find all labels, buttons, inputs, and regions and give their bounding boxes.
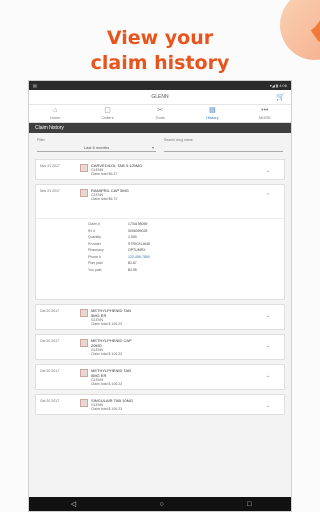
filter-row: Filter Last 6 months ▾ Search drug name bbox=[29, 133, 291, 155]
nav-label: Tools bbox=[155, 115, 165, 120]
claim-card[interactable]: Oct 20 2017 METHYLPHENID TAB 5MG ER GLEN… bbox=[35, 304, 285, 330]
claim-total: Claim total $ 106.23 bbox=[91, 322, 123, 326]
claim-info: SINGULAIR TAB 10MG GLENN Claim total $ 1… bbox=[91, 398, 133, 411]
claim-card[interactable]: Oct 20 2017 METHYLPHENID CAP 20MG GLENN … bbox=[35, 334, 285, 360]
filter-label: Filter bbox=[37, 138, 45, 142]
system-nav-bar: ◁ ○ □ bbox=[29, 497, 291, 511]
chevron-up-icon[interactable]: ⌃ bbox=[266, 193, 270, 199]
claim-total: Claim total $6.37 bbox=[91, 172, 118, 176]
headline-line-1: View your bbox=[106, 27, 214, 49]
claim-summary: Oct 20 2017 METHYLPHENID TAB 5MG ER GLEN… bbox=[36, 365, 284, 389]
nav-label: History bbox=[206, 115, 219, 120]
header-title: GLENN bbox=[151, 94, 169, 100]
claim-card[interactable]: Oct 20 2017 SINGULAIR TAB 10MG GLENN Cla… bbox=[35, 394, 285, 415]
claims-list: Nov 21 2017 CARVEDILOL TAB 3.125MG GLENN… bbox=[29, 159, 291, 415]
history-icon: ▤ bbox=[209, 107, 216, 114]
claim-total: Claim total $ 106.23 bbox=[91, 352, 123, 356]
claim-date: Oct 20 2017 bbox=[40, 309, 60, 313]
status-left: ▤ bbox=[33, 83, 37, 88]
orders-icon: ▢ bbox=[104, 107, 111, 114]
cart-icon[interactable]: 🛒 bbox=[276, 93, 285, 101]
app-header: GLENN 🛒 bbox=[29, 90, 291, 105]
prescription-icon bbox=[80, 189, 88, 197]
claim-summary: Oct 20 2017 METHYLPHENID CAP 20MG GLENN … bbox=[36, 335, 284, 359]
claim-card[interactable]: Nov 21 2017 CARVEDILOL TAB 3.125MG GLENN… bbox=[35, 159, 285, 180]
claim-total: Claim total $6.72 bbox=[91, 197, 118, 201]
claim-date: Oct 20 2017 bbox=[40, 369, 60, 373]
chevron-down-icon[interactable]: ⌄ bbox=[266, 343, 270, 349]
claim-info: METHYLPHENID TAB 5MG ER GLENN Claim tota… bbox=[91, 308, 131, 326]
home-button-icon[interactable]: ○ bbox=[159, 501, 163, 508]
claim-card[interactable]: Nov 21 2017 RAMIPRIL CAP 5MG GLENN Claim… bbox=[35, 184, 285, 300]
chevron-down-icon[interactable]: ⌄ bbox=[266, 313, 270, 319]
detail-row: You paid $4.95 bbox=[88, 267, 280, 274]
claim-total: Claim total $ 106.23 bbox=[91, 407, 123, 411]
claim-date: Nov 21 2017 bbox=[40, 164, 60, 168]
tools-icon: ✂ bbox=[157, 107, 163, 114]
headline-line-2: claim history bbox=[90, 52, 230, 74]
claim-info: CARVEDILOL TAB 3.125MG GLENN Claim total… bbox=[91, 163, 142, 176]
detail-key: You paid bbox=[88, 267, 102, 272]
search-input[interactable] bbox=[164, 143, 283, 152]
claim-date: Oct 20 2017 bbox=[40, 399, 60, 403]
filter-value: Last 6 months bbox=[83, 144, 110, 150]
status-bar: ▤ ▾◢ ▮ 4:06 bbox=[29, 81, 291, 90]
prescription-icon bbox=[80, 339, 88, 347]
nav-home[interactable]: ⌂ Home bbox=[29, 105, 81, 122]
claim-info: METHYLPHENID CAP 20MG GLENN Claim total … bbox=[91, 338, 132, 356]
claim-summary: Nov 21 2017 RAMIPRIL CAP 5MG GLENN Claim… bbox=[36, 185, 284, 204]
claim-details: Claim #1734198069 Rx #0006099025 Quantit… bbox=[36, 218, 284, 299]
search-label: Search drug name bbox=[164, 138, 193, 142]
nav-tools[interactable]: ✂ Tools bbox=[134, 105, 186, 122]
device-screen: ▤ ▾◢ ▮ 4:06 GLENN 🛒 ⌂ Home ▢ Orders ✂ To… bbox=[28, 80, 292, 512]
search-group: Search drug name bbox=[164, 138, 283, 152]
nav-label: Home bbox=[49, 115, 61, 120]
filter-group: Filter Last 6 months ▾ bbox=[37, 138, 156, 152]
claim-date: Nov 21 2017 bbox=[40, 189, 60, 193]
detail-value: $4.95 bbox=[128, 267, 137, 272]
filter-dropdown[interactable]: Last 6 months ▾ bbox=[37, 143, 156, 152]
chevron-down-icon[interactable]: ⌄ bbox=[266, 168, 270, 174]
prescription-icon bbox=[80, 309, 88, 317]
recent-apps-icon[interactable]: □ bbox=[247, 501, 251, 508]
claim-summary: Oct 20 2017 SINGULAIR TAB 10MG GLENN Cla… bbox=[36, 395, 284, 414]
claim-total: Claim total $ 106.23 bbox=[91, 382, 123, 386]
nav-more[interactable]: ••• MORE bbox=[239, 105, 291, 122]
claim-info: RAMIPRIL CAP 5MG GLENN Claim total $6.72 bbox=[91, 188, 129, 201]
section-title-bar: Claim history bbox=[29, 123, 291, 133]
nav-label: Orders bbox=[101, 115, 114, 120]
nav-history[interactable]: ▤ History bbox=[186, 105, 238, 122]
chevron-down-icon: ▾ bbox=[151, 144, 154, 150]
main-nav: ⌂ Home ▢ Orders ✂ Tools ▤ History ••• MO… bbox=[29, 105, 291, 123]
prescription-icon bbox=[80, 369, 88, 377]
prescription-icon bbox=[80, 164, 88, 172]
home-icon: ⌂ bbox=[53, 107, 58, 114]
prescription-icon bbox=[80, 399, 88, 407]
chevron-down-icon[interactable]: ⌄ bbox=[266, 373, 270, 379]
claim-summary: Nov 21 2017 CARVEDILOL TAB 3.125MG GLENN… bbox=[36, 160, 284, 179]
nav-label: MORE bbox=[258, 115, 271, 120]
promo-headline: View your claim history bbox=[0, 26, 320, 76]
back-icon[interactable]: ◁ bbox=[71, 500, 76, 508]
claim-card[interactable]: Oct 20 2017 METHYLPHENID TAB 5MG ER GLEN… bbox=[35, 364, 285, 390]
page-title: Claim history bbox=[35, 125, 64, 131]
more-icon: ••• bbox=[261, 107, 269, 114]
claim-date: Oct 20 2017 bbox=[40, 339, 60, 343]
chevron-down-icon[interactable]: ⌄ bbox=[266, 403, 270, 409]
claim-info: METHYLPHENID TAB 5MG ER GLENN Claim tota… bbox=[91, 368, 131, 386]
claim-summary: Oct 20 2017 METHYLPHENID TAB 5MG ER GLEN… bbox=[36, 305, 284, 329]
status-right: ▾◢ ▮ 4:06 bbox=[269, 83, 287, 88]
nav-orders[interactable]: ▢ Orders bbox=[81, 105, 133, 122]
